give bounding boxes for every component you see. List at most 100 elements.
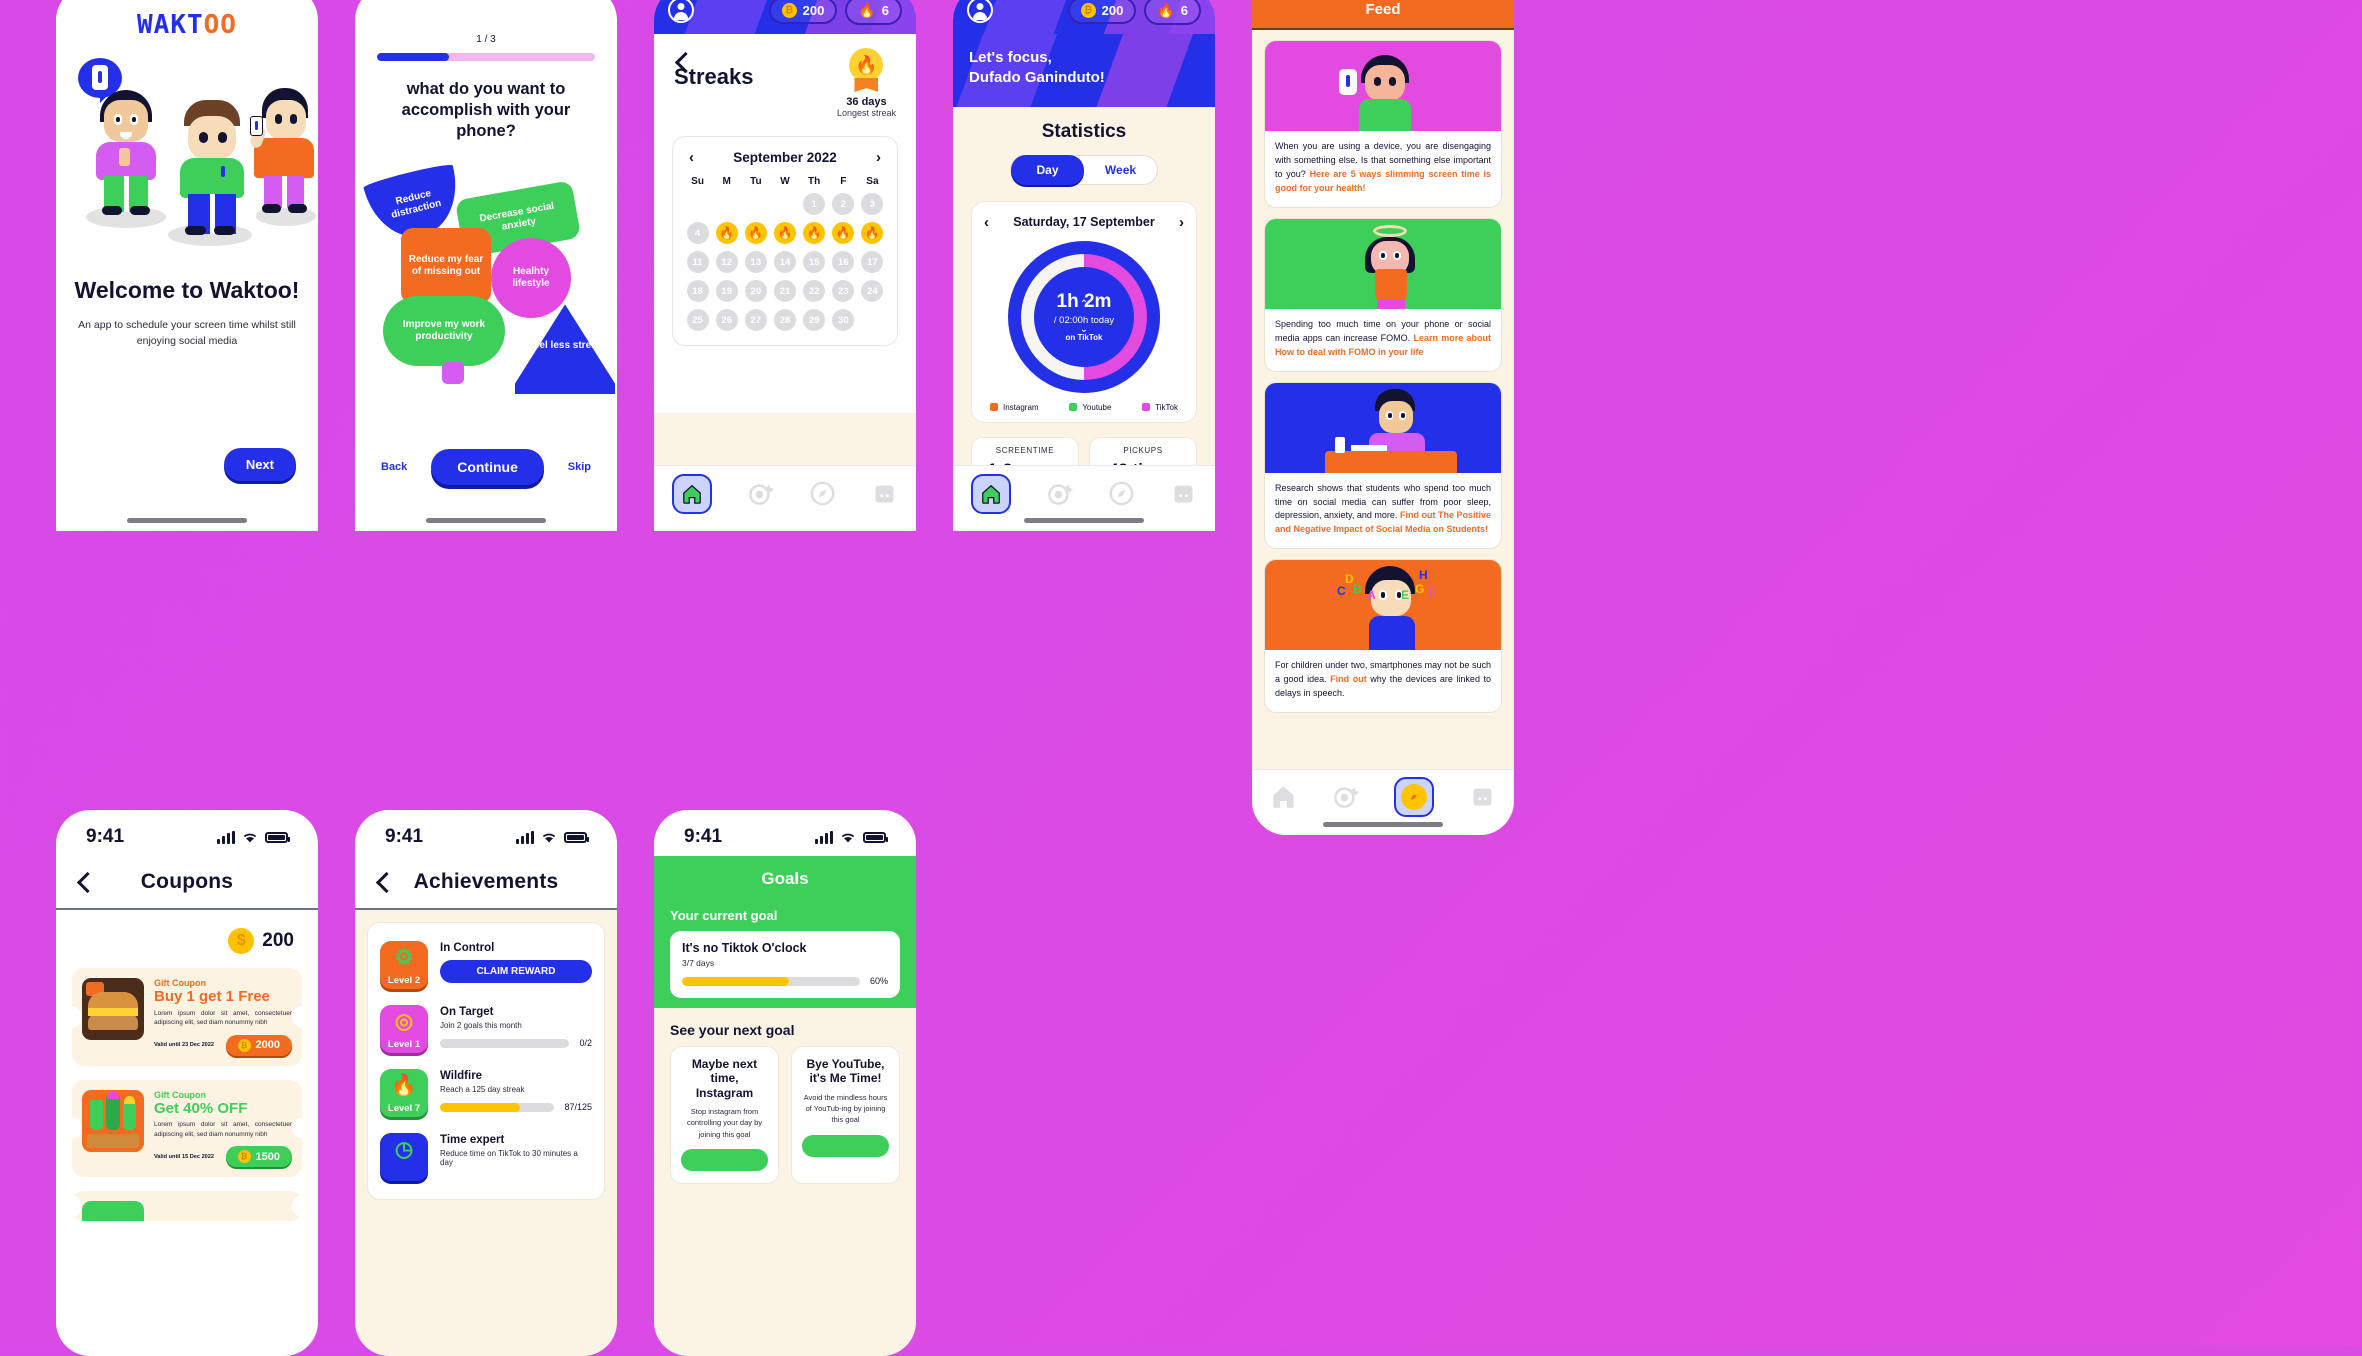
calendar-day[interactable]: 20 [744, 280, 767, 302]
achievement-row[interactable]: ◎ Level 1 On Target Join 2 goals this mo… [380, 997, 592, 1061]
calendar-day-streak[interactable]: 🔥 [832, 222, 855, 244]
status-time: 9:41 [684, 826, 723, 847]
tab-feed[interactable] [809, 480, 836, 507]
calendar-day[interactable]: 3 [861, 193, 884, 215]
continue-button[interactable]: Continue [431, 449, 544, 485]
tab-home[interactable] [671, 473, 712, 514]
calendar-day[interactable]: 26 [715, 309, 738, 331]
coupon-price-button[interactable]: ₿ 2000 [225, 1034, 292, 1056]
achievement-row[interactable]: ⚙ Level 2 In Control CLAIM REWARD [380, 933, 592, 997]
coins-pill[interactable]: ₿ 200 [768, 0, 838, 24]
feed-card[interactable]: D C B A E F G H For children under two, … [1264, 559, 1502, 714]
feed-card[interactable]: Research shows that students who spend t… [1264, 381, 1502, 550]
tab-profile[interactable] [871, 480, 898, 507]
calendar-day[interactable]: 24 [861, 280, 884, 302]
achievement-desc: Join 2 goals this month [440, 1021, 522, 1030]
calendar-day[interactable]: 12 [715, 251, 738, 273]
screentime-donut[interactable]: ⌃ 1h 2m / 02:00h today on TikTok ⌄ [1008, 240, 1160, 393]
signal-icon [516, 830, 534, 844]
tab-home[interactable] [970, 473, 1011, 514]
calendar-day[interactable]: 2 [832, 193, 855, 215]
goal-option-reduce-fomo[interactable]: Reduce my fear of missing out [401, 228, 491, 305]
tab-home[interactable] [1270, 783, 1297, 810]
calendar-day[interactable]: 27 [744, 309, 767, 331]
next-day-button[interactable]: › [1179, 214, 1184, 231]
coupon-card-partial[interactable] [72, 1191, 302, 1222]
tab-goals[interactable] [1332, 783, 1359, 810]
next-month-button[interactable]: › [876, 149, 881, 166]
current-goal-card[interactable]: It's no Tiktok O'clock 3/7 days 60% [670, 931, 900, 998]
calendar-day[interactable]: 14 [773, 251, 796, 273]
calendar-day[interactable]: 23 [832, 280, 855, 302]
tab-goals[interactable] [747, 480, 774, 507]
coupon-card[interactable]: Gift Coupon Buy 1 get 1 Free Lorem ipsum… [72, 968, 302, 1066]
calendar-day[interactable]: 4 [686, 222, 709, 244]
calendar-day[interactable]: 19 [715, 280, 738, 302]
calendar-day[interactable]: 25 [686, 309, 709, 331]
calendar-blank [774, 193, 796, 215]
tab-feed[interactable] [1108, 480, 1135, 507]
streak-pill[interactable]: 🔥 6 [1144, 0, 1201, 25]
calendar-day[interactable]: 22 [803, 280, 826, 302]
next-goal-card[interactable]: Bye YouTube, it's Me Time! Avoid the min… [791, 1046, 900, 1184]
chevron-down-icon[interactable]: ⌄ [1080, 324, 1088, 335]
skip-link[interactable]: Skip [568, 461, 591, 473]
page-title: Goals [761, 869, 809, 888]
coupon-price-button[interactable]: ₿ 1500 [225, 1146, 292, 1168]
calendar-day[interactable]: 16 [832, 251, 855, 273]
tab-week[interactable]: Week [1084, 155, 1157, 185]
calendar-day[interactable]: 29 [803, 309, 826, 331]
tab-goals[interactable] [1046, 480, 1073, 507]
coins-pill[interactable]: ₿ 200 [1067, 0, 1137, 24]
calendar-day[interactable]: 30 [832, 309, 855, 331]
back-link[interactable]: Back [381, 461, 407, 473]
back-button[interactable] [674, 54, 690, 70]
calendar-day-streak[interactable]: 🔥 [803, 222, 826, 244]
streak-pill[interactable]: 🔥 6 [845, 0, 902, 25]
calendar-day[interactable]: 11 [686, 251, 709, 273]
calendar-day-streak[interactable]: 🔥 [861, 222, 884, 244]
calendar-day[interactable]: 1 [803, 193, 826, 215]
feed-link[interactable]: Find out [1330, 674, 1367, 684]
goal-option-improve-productivity[interactable]: Improve my work productivity [383, 296, 505, 367]
calendar-day[interactable]: 17 [861, 251, 884, 273]
prev-day-button[interactable]: ‹ [984, 214, 989, 231]
join-goal-button[interactable] [681, 1148, 768, 1171]
chevron-up-icon[interactable]: ⌃ [1080, 299, 1088, 310]
calendar-day[interactable]: 13 [744, 251, 767, 273]
feed-card[interactable]: Spending too much time on your phone or … [1264, 217, 1502, 372]
progress-text: 0/2 [579, 1038, 592, 1048]
achievement-row[interactable]: ◷ Time expert Reduce time on TikTok to 3… [380, 1125, 592, 1189]
calendar-day-streak[interactable]: 🔥 [773, 222, 796, 244]
char1-shoe-right [130, 206, 150, 215]
tab-day[interactable]: Day [1011, 154, 1084, 185]
calendar-day[interactable]: 28 [773, 309, 796, 331]
calendar-day[interactable]: 15 [803, 251, 826, 273]
tab-feed[interactable] [1394, 776, 1435, 817]
coupon-card[interactable]: Gift Coupon Get 40% OFF Lorem ipsum dolo… [72, 1079, 302, 1178]
feed-card[interactable]: When you are using a device, you are dis… [1264, 40, 1502, 208]
claim-reward-button[interactable]: CLAIM REWARD [440, 960, 592, 983]
back-button[interactable] [76, 874, 92, 890]
join-goal-button[interactable] [802, 1134, 889, 1157]
calendar-day-streak[interactable]: 🔥 [715, 222, 738, 244]
achievement-row[interactable]: 🔥 Level 7 Wildfire Reach a 125 day strea… [380, 1061, 592, 1125]
current-goal-section-title: Your current goal [670, 908, 778, 923]
char3-shoe-right [288, 204, 307, 213]
prev-month-button[interactable]: ‹ [689, 149, 694, 166]
status-icons [217, 830, 290, 844]
tab-profile[interactable] [1469, 783, 1496, 810]
char3-legs-gap [282, 176, 287, 208]
page-title: Feed [1365, 0, 1401, 18]
calendar-day-streak[interactable]: 🔥 [744, 222, 767, 244]
calendar-day[interactable]: 21 [773, 280, 796, 302]
goal-option-healthy-lifestyle[interactable]: Healhty lifestyle [491, 238, 571, 319]
back-button[interactable] [375, 874, 391, 890]
calendar-day[interactable]: 18 [686, 280, 709, 302]
calendar-weekday: F [840, 176, 847, 187]
tab-profile[interactable] [1170, 480, 1197, 507]
next-button[interactable]: Next [223, 448, 296, 481]
profile-icon [1473, 788, 1492, 806]
legend-item: TikTok [1142, 403, 1178, 412]
next-goal-card[interactable]: Maybe next time, Instagram Stop instagra… [670, 1046, 779, 1184]
